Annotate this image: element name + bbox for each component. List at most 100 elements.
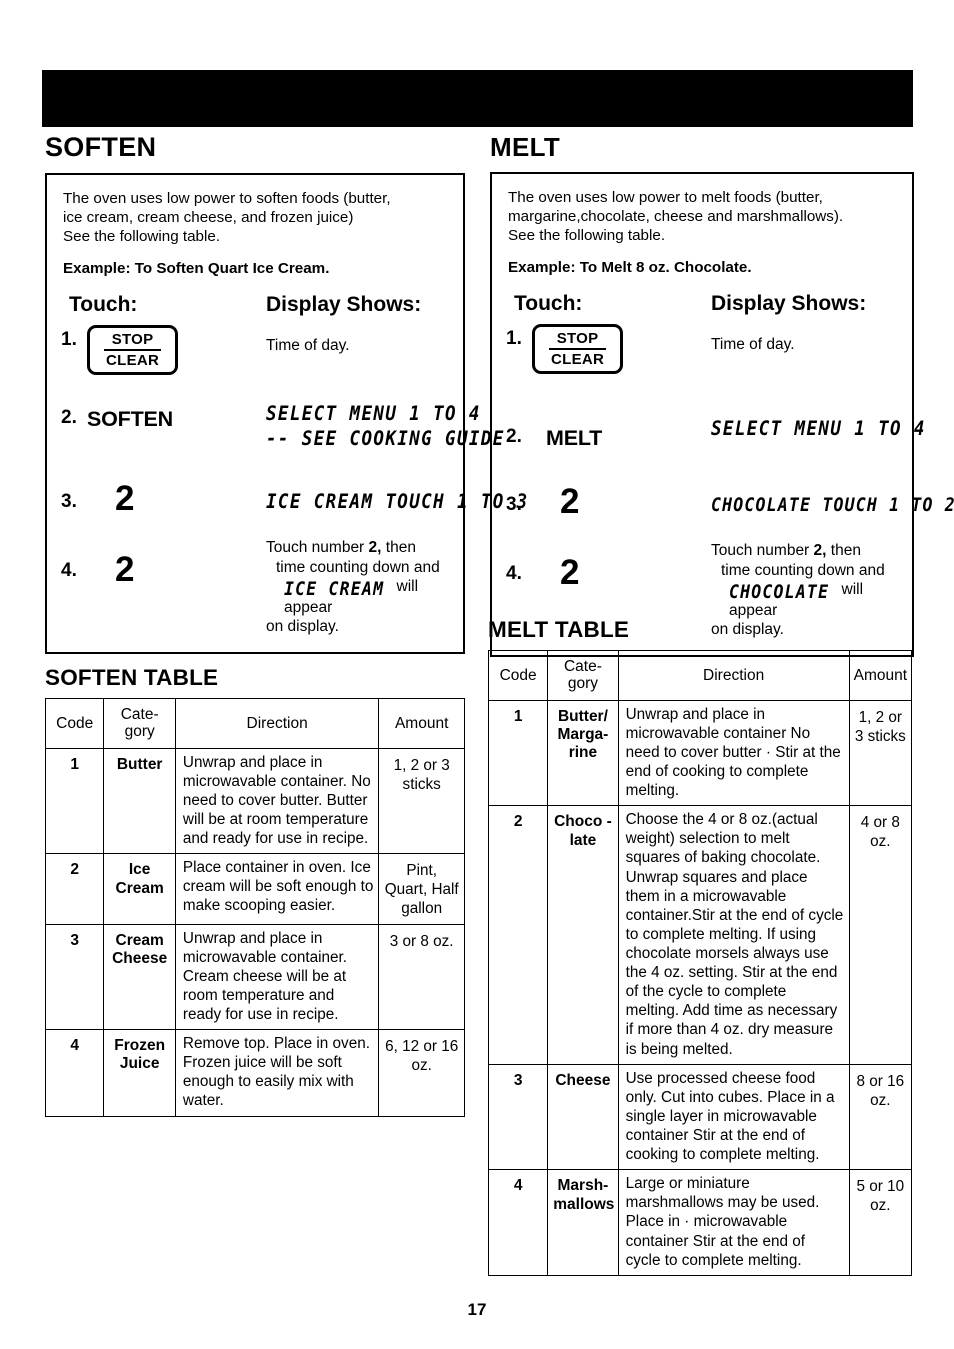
soften-step-4-note-line-1: Touch number 2, then: [266, 538, 449, 557]
melt-note-suffix: then: [826, 542, 861, 560]
melt-step-3-touch: 2: [532, 482, 711, 519]
melt-step-4-touch: 2: [532, 541, 711, 590]
soften-intro-line-1: The oven uses low power to soften foods …: [63, 190, 391, 207]
melt-row-direction: Use processed cheese food only. Cut into…: [617, 1063, 850, 1171]
soften-step-3-keypad-digit[interactable]: 2: [115, 479, 134, 518]
melt-table: Code Cate- gory Direction Amount 1 Butter…: [487, 650, 913, 1276]
soften-row-category: Ice Cream: [103, 853, 176, 925]
soften-step-4-note-line-3: ICE CREAM will appear: [266, 577, 449, 617]
soften-table-title: SOFTEN TABLE: [45, 665, 219, 690]
melt-note-prefix: Touch number: [711, 542, 814, 560]
soften-row-direction: Remove top. Place in oven. Frozen juice …: [174, 1029, 380, 1117]
soften-example-label: Example: To Soften Quart Ice Cream.: [63, 260, 330, 278]
soften-row-category: Butter: [103, 747, 176, 855]
melt-section-title: MELT: [490, 132, 561, 162]
table-row: 2 Choco - late Choose the 4 or 8 oz.(actua…: [487, 805, 913, 1065]
melt-step-4-note-line-1: Touch number 2, then: [711, 541, 898, 560]
soften-step-2-touch: SOFTEN: [87, 399, 266, 432]
melt-row-direction: Unwrap and place in microwavable contain…: [617, 699, 850, 807]
soften-row-code: 3: [44, 923, 105, 1031]
melt-row-direction: Choose the 4 or 8 oz.(actual weight) sel…: [617, 805, 850, 1065]
melt-row-amount: 4 or 8 oz.: [848, 805, 913, 1065]
melt-table-title: MELT TABLE: [488, 617, 630, 642]
table-row: 3 Cream Cheese Unwrap and place in microwa…: [44, 923, 465, 1031]
soften-step-3-number: 3.: [61, 491, 77, 513]
melt-example-label: Example: To Melt 8 oz. Chocolate.: [508, 259, 752, 277]
stop-clear-key[interactable]: STOP CLEAR: [87, 325, 179, 376]
soften-row-direction: Unwrap and place in microwavable contain…: [174, 747, 380, 855]
melt-intro-line-2: margarine,chocolate, cheese and marshmal…: [508, 208, 844, 226]
soften-row-code: 2: [44, 853, 105, 925]
melt-step-4-keypad-digit[interactable]: 2: [560, 553, 579, 592]
soften-intro-line-2: ice cream, cream cheese, and frozen juic…: [63, 209, 354, 227]
soften-row-amount: 6, 12 or 16 oz.: [378, 1029, 465, 1117]
melt-table-headers: Touch: Display Shows:: [506, 292, 898, 316]
soften-table: Code Cate- gory Direction Amount 1 Butter…: [44, 698, 465, 1117]
clear-label: CLEAR: [106, 352, 160, 370]
melt-header-code: Code: [487, 650, 549, 701]
soften-step-4-number: 4.: [61, 560, 77, 582]
soften-step-4-keypad-digit[interactable]: 2: [115, 550, 134, 589]
table-row: 1 Butter/ Marga- rine Unwrap and place in …: [487, 699, 913, 807]
melt-row-code: 4: [487, 1169, 549, 1276]
soften-pad-label[interactable]: SOFTEN: [87, 407, 173, 431]
soften-step-1-number: 1.: [61, 329, 77, 351]
melt-step-3-display-text: CHOCOLATE TOUCH 1 TO 2: [711, 494, 954, 516]
soften-header-category-line-2: gory: [124, 723, 155, 741]
melt-intro-line-1: The oven uses low power to melt foods (b…: [508, 189, 823, 206]
melt-row-category: Cheese: [547, 1063, 619, 1171]
soften-step-4-note-line-2: time counting down and: [276, 558, 440, 576]
melt-step-2-display-line-1: SELECT MENU 1 TO 4: [711, 418, 926, 441]
melt-row-direction: Large or miniature marshmallows may be u…: [617, 1169, 850, 1276]
melt-header-category-line-2: gory: [567, 675, 598, 693]
melt-procedure-box: The oven uses low power to melt foods (b…: [490, 172, 954, 658]
melt-row-code: 2: [487, 805, 549, 1065]
melt-row-category: Choco - late: [547, 805, 619, 1065]
melt-row-category: Marsh- mallows: [547, 1169, 619, 1276]
melt-header-category: Cate- gory: [547, 650, 619, 701]
table-row: 3 Cheese Use processed cheese food only. C…: [487, 1063, 913, 1171]
table-row: 1 Butter Unwrap and place in microwavable …: [44, 747, 465, 855]
melt-step-2-touch: MELT: [532, 418, 711, 451]
soften-step-3: 3. 2 ICE CREAM TOUCH 1 TO 3: [61, 479, 527, 516]
soften-step-3-touch: 2: [87, 479, 266, 516]
soften-step-4-note-line-4: on display.: [266, 617, 339, 635]
soften-step-2-number: 2.: [61, 407, 77, 429]
soften-step-2-display-line-2: -- SEE COOKING GUIDE: [266, 428, 505, 451]
melt-column: MELT The oven uses low power to melt foo…: [490, 132, 954, 658]
melt-table-section: MELT TABLE Code Cate- gory Direction Amo…: [487, 617, 913, 1276]
table-row: 4 Marsh- mallows Large or miniature marshm…: [487, 1169, 913, 1276]
soften-header-code: Code: [44, 698, 105, 749]
stop-clear-key[interactable]: STOP CLEAR: [532, 324, 624, 375]
melt-header-direction: Direction: [617, 650, 850, 701]
clear-label: CLEAR: [551, 351, 605, 369]
soften-step-2-display: SELECT MENU 1 TO 4 -- SEE COOKING GUIDE: [266, 399, 505, 451]
melt-intro: The oven uses low power to melt foods (b…: [508, 188, 898, 245]
soften-intro: The oven uses low power to soften foods …: [63, 189, 449, 246]
soften-header-amount: Amount: [378, 698, 465, 749]
melt-step-3-number: 3.: [506, 494, 522, 516]
table-row: 2 Ice Cream Place container in oven. Ice c…: [44, 853, 465, 925]
melt-step-4-note-line-2: time counting down and: [721, 561, 885, 579]
soften-step-1: 1. STOP CLEAR Time of day.: [61, 323, 449, 376]
soften-table-header-row: Code Cate- gory Direction Amount: [44, 698, 465, 749]
melt-row-amount: 5 or 10 oz.: [848, 1169, 913, 1276]
melt-step-2: 2. MELT SELECT MENU 1 TO 4: [506, 418, 924, 452]
soften-step-4-touch: 2: [87, 538, 266, 587]
melt-step-3: 3. 2 CHOCOLATE TOUCH 1 TO 2: [506, 482, 954, 519]
soften-note-number: 2,: [368, 539, 382, 557]
soften-row-amount: 1, 2 or 3 sticks: [378, 747, 465, 855]
melt-pad-label[interactable]: MELT: [546, 426, 602, 450]
soften-step-2-display-line-1: SELECT MENU 1 TO 4: [266, 403, 481, 426]
melt-touch-header: Touch:: [514, 292, 583, 316]
melt-step-3-display: CHOCOLATE TOUCH 1 TO 2: [711, 482, 954, 516]
melt-display-header: Display Shows:: [711, 292, 867, 316]
soften-display-header: Display Shows:: [266, 293, 422, 317]
melt-step-3-keypad-digit[interactable]: 2: [560, 482, 579, 521]
soften-section-title: SOFTEN: [45, 132, 157, 162]
table-row: 4 Frozen Juice Remove top. Place in oven. …: [44, 1029, 465, 1117]
melt-row-category: Butter/ Marga- rine: [547, 699, 619, 807]
melt-row-code: 3: [487, 1063, 549, 1171]
melt-step-4-note-line-3: CHOCOLATE will appear: [711, 580, 898, 620]
soften-row-direction: Unwrap and place in microwavable contain…: [174, 923, 380, 1031]
